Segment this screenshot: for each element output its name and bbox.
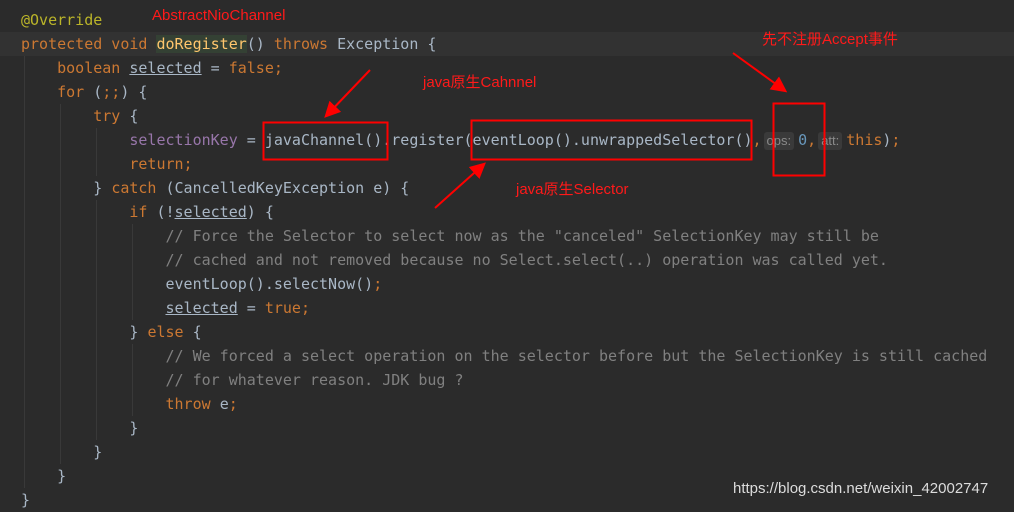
arrow-selector [434, 162, 486, 209]
selector-note: java原生Selector [516, 181, 629, 198]
channel-note: java原生Cahnnel [423, 74, 537, 91]
ops-note: 先不注册Accept事件 [762, 31, 898, 48]
selector-highlight-box [470, 119, 753, 161]
class-name-note: AbstractNioChannel [152, 7, 286, 24]
watermark: https://blog.csdn.net/weixin_42002747 [733, 480, 989, 497]
javachannel-highlight-box [262, 121, 389, 161]
arrow-channel [324, 69, 371, 118]
ops-highlight-box [772, 102, 826, 177]
arrow-ops [732, 52, 788, 93]
